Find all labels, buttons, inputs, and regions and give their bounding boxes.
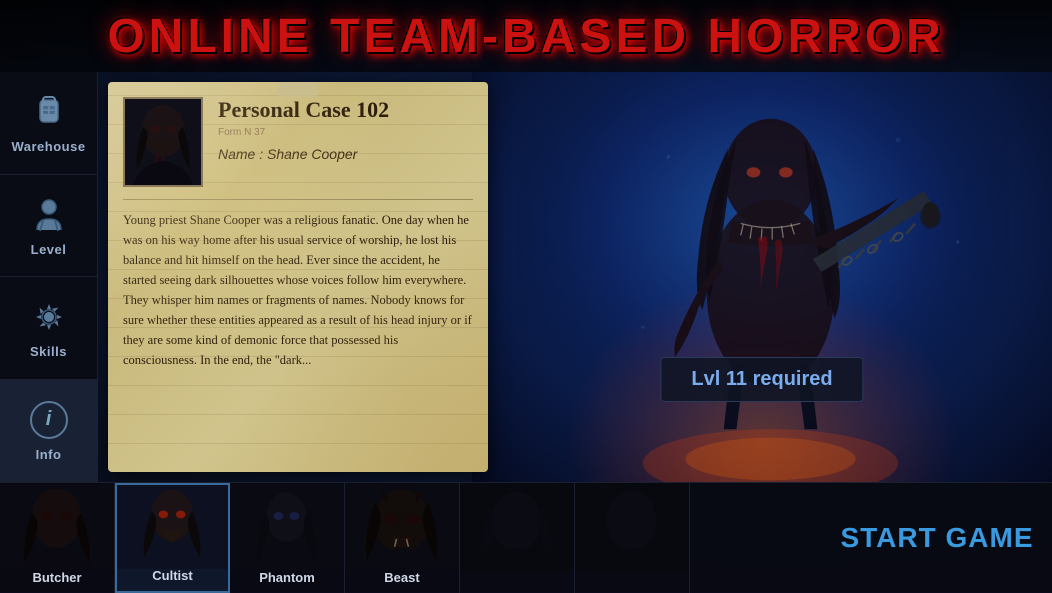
char-portrait-phantom xyxy=(230,483,344,571)
character-slots: Butcher Cultist xyxy=(0,483,822,593)
main-content: Lvl 11 required xyxy=(98,72,1052,482)
char-portrait-5 xyxy=(460,483,574,571)
sidebar-label-skills: Skills xyxy=(30,344,67,359)
sidebar-label-warehouse: Warehouse xyxy=(11,139,85,154)
info-icon: i xyxy=(28,399,70,441)
title-bar: ONLINE TEAM-BASED HORROR xyxy=(0,0,1052,72)
char-slot-butcher[interactable]: Butcher xyxy=(0,483,115,593)
card-divider xyxy=(123,199,473,200)
card-form-number: Form N 37 xyxy=(218,127,473,138)
start-game-label: START GAME xyxy=(840,522,1033,554)
backpack-icon xyxy=(28,91,70,133)
card-title-block: Personal Case 102 Form N 37 Name : Shane… xyxy=(218,97,473,162)
character-portrait-image xyxy=(125,99,201,185)
card-name: Name : Shane Cooper xyxy=(218,146,473,162)
char-slot-cultist[interactable]: Cultist xyxy=(115,483,230,593)
char-name-phantom: Phantom xyxy=(259,570,315,585)
char-portrait-6 xyxy=(575,483,689,571)
char-slot-phantom[interactable]: Phantom xyxy=(230,483,345,593)
sidebar: Warehouse Level xyxy=(0,72,98,482)
character-select-bar: Butcher Cultist xyxy=(0,482,1052,592)
monster-area: Lvl 11 required xyxy=(472,72,1052,482)
tape-strip xyxy=(278,82,318,97)
char-name-butcher: Butcher xyxy=(32,570,81,585)
char-portrait-beast xyxy=(345,483,459,571)
char-name-beast: Beast xyxy=(384,570,419,585)
char-portrait-cultist xyxy=(117,485,228,569)
main-title: ONLINE TEAM-BASED HORROR xyxy=(107,9,944,64)
char-slot-beast[interactable]: Beast xyxy=(345,483,460,593)
gear-icon xyxy=(28,296,70,338)
char-name-cultist: Cultist xyxy=(152,568,192,583)
char-slot-6[interactable] xyxy=(575,483,690,593)
char-slot-5[interactable] xyxy=(460,483,575,593)
level-required-badge: Lvl 11 required xyxy=(660,357,863,402)
case-card: Personal Case 102 Form N 37 Name : Shane… xyxy=(108,82,488,472)
sidebar-item-level[interactable]: Level xyxy=(0,175,97,278)
char-portrait-butcher xyxy=(0,483,114,571)
card-body: Young priest Shane Cooper was a religiou… xyxy=(123,210,473,370)
sidebar-label-info: Info xyxy=(36,447,62,462)
card-header: Personal Case 102 Form N 37 Name : Shane… xyxy=(123,97,473,187)
sidebar-item-skills[interactable]: Skills xyxy=(0,277,97,380)
start-game-button[interactable]: START GAME xyxy=(822,483,1052,593)
sidebar-label-level: Level xyxy=(31,242,67,257)
level-required-text: Lvl 11 required xyxy=(691,368,832,390)
character-photo xyxy=(123,97,203,187)
person-icon xyxy=(28,194,70,236)
sidebar-item-warehouse[interactable]: Warehouse xyxy=(0,72,97,175)
card-title: Personal Case 102 xyxy=(218,97,473,123)
monster-image xyxy=(472,72,1052,482)
sidebar-item-info[interactable]: i Info xyxy=(0,380,97,483)
